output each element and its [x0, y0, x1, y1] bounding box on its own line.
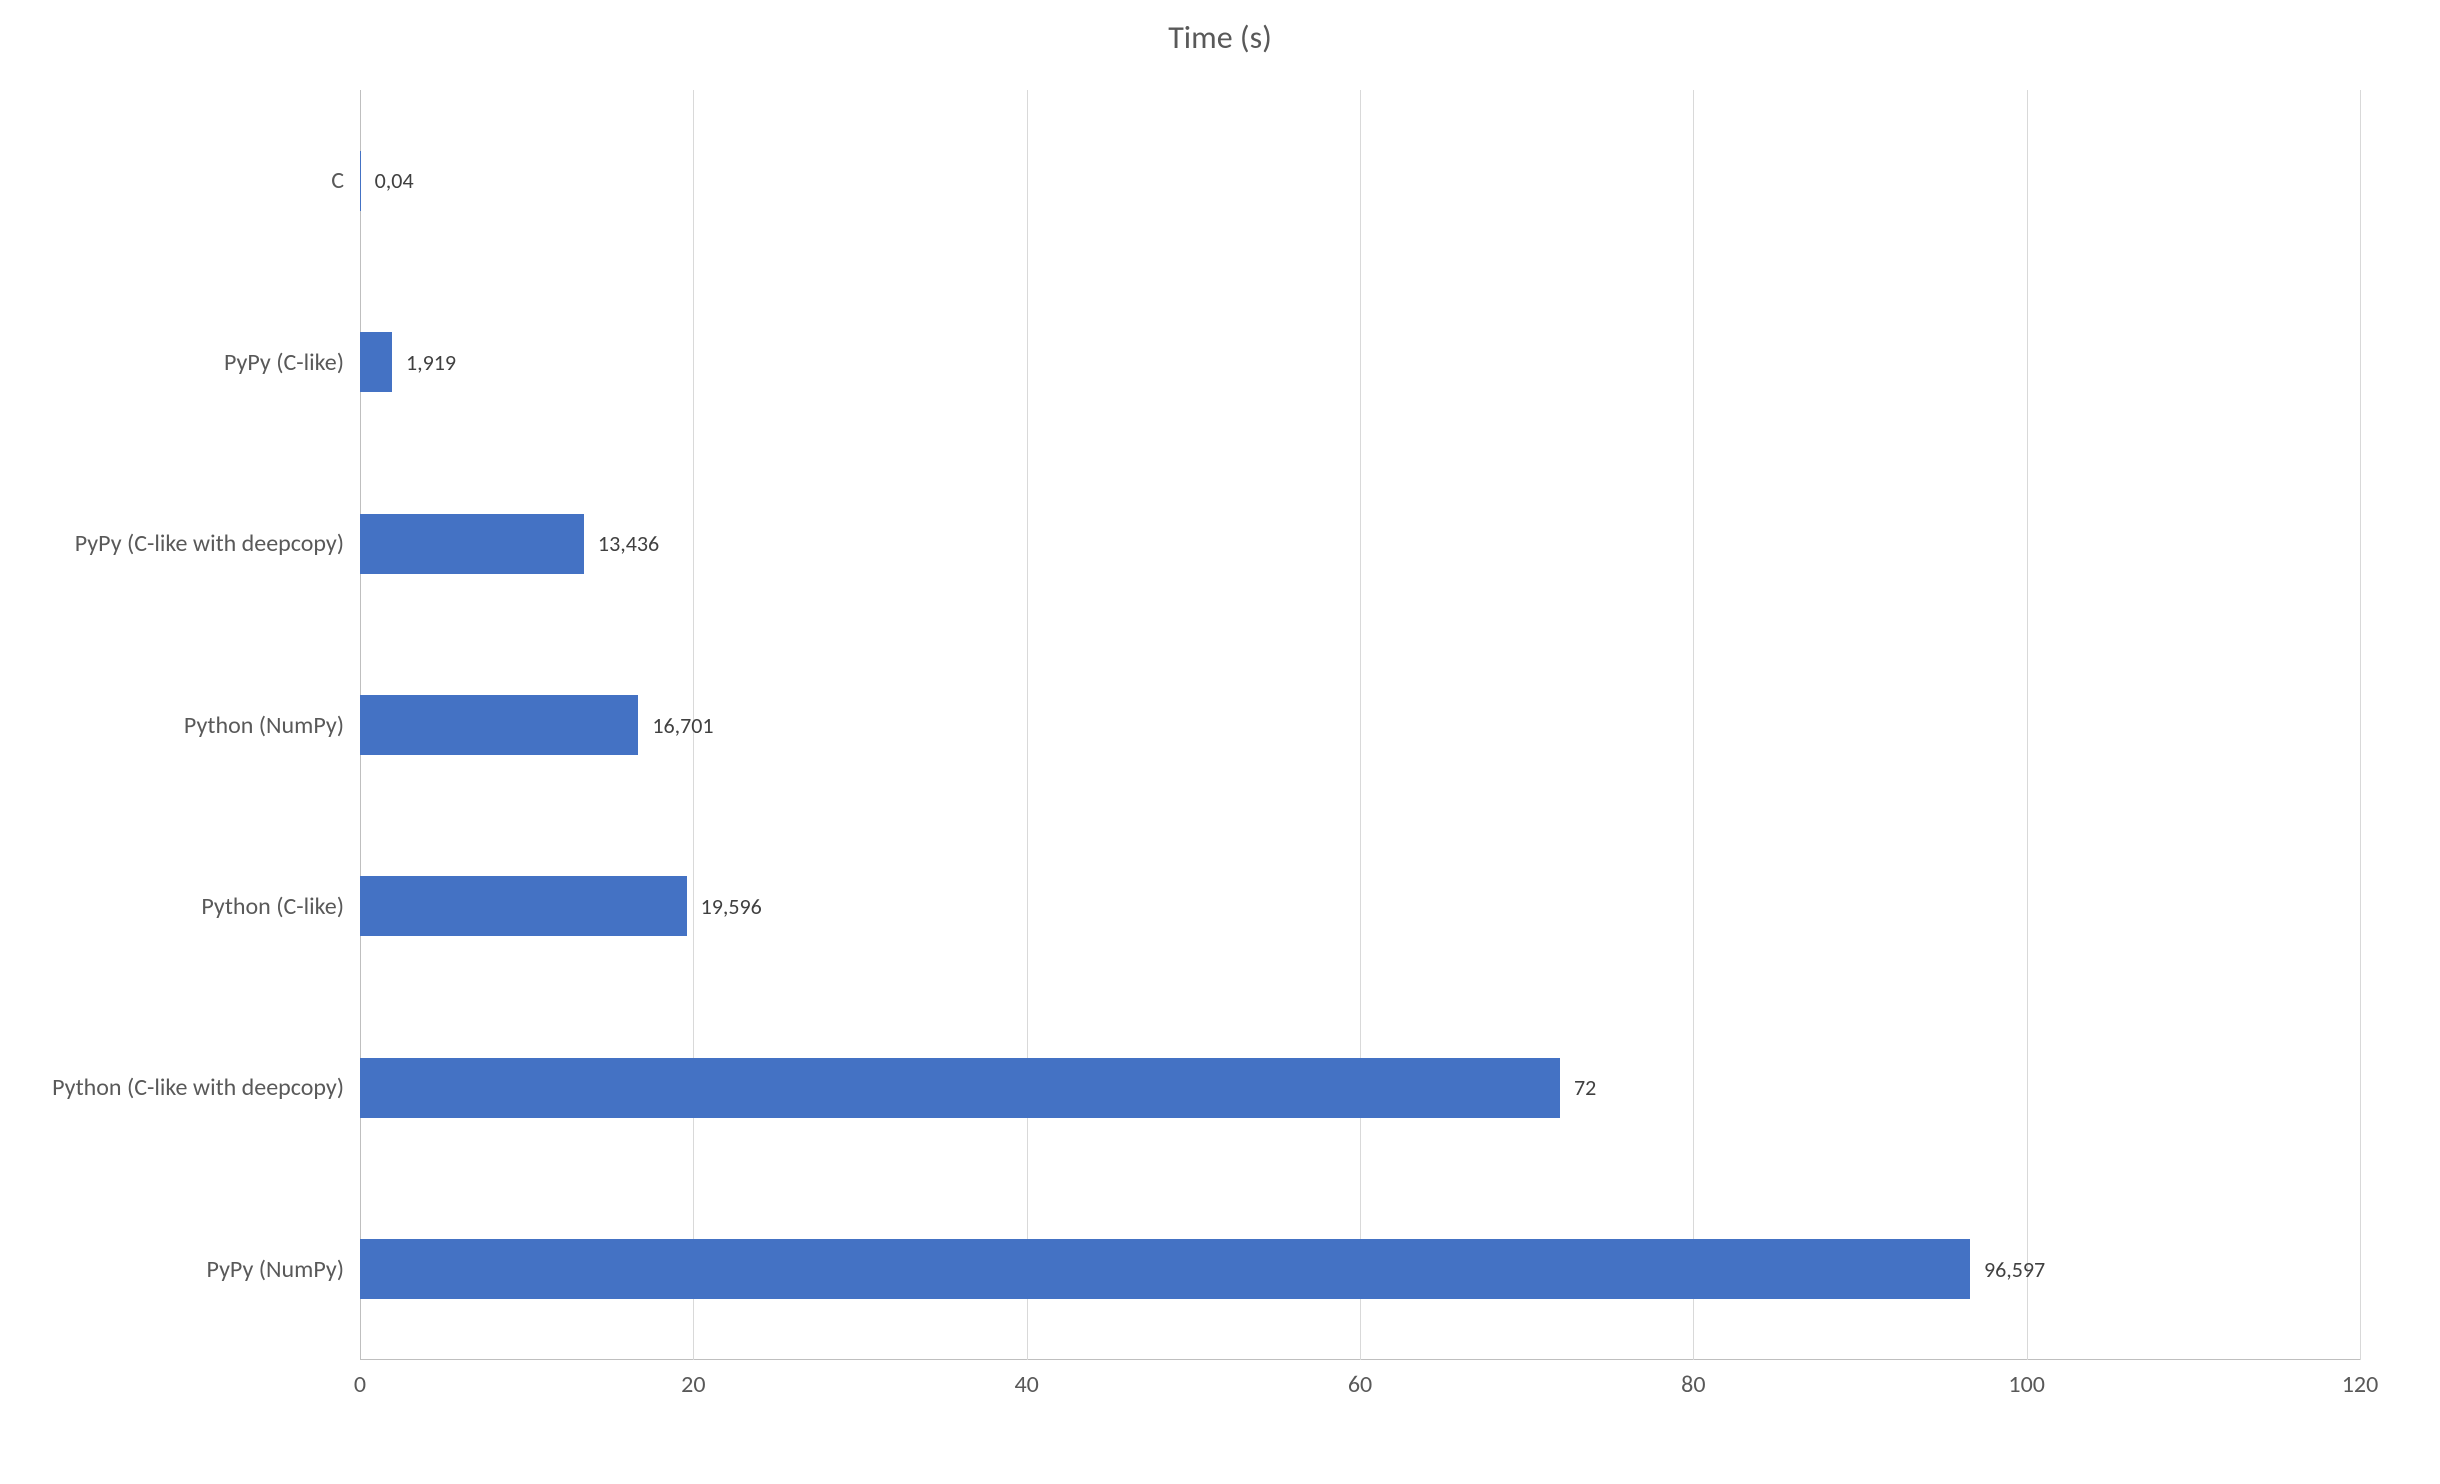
category-label: PyPy (C-like with deepcopy) [75, 529, 344, 558]
bar [360, 514, 584, 574]
gridline [2360, 90, 2361, 1360]
plot-area: C0,04 PyPy (C-like)1,919 PyPy (C-like with… [360, 90, 2360, 1360]
category-label: C [331, 166, 344, 195]
data-label: 96,597 [1984, 1256, 2045, 1283]
bar-row: C0,04 [360, 151, 2360, 211]
category-label: Python (C-like with deepcopy) [52, 1073, 344, 1102]
data-label: 1,919 [406, 349, 456, 376]
bar [360, 332, 392, 392]
x-tick-label: 20 [663, 1370, 723, 1399]
x-tick-label: 120 [2330, 1370, 2390, 1399]
chart-title: Time (s) [0, 18, 2440, 57]
bar-row: Python (C-like)19,596 [360, 876, 2360, 936]
bar-row: PyPy (C-like)1,919 [360, 332, 2360, 392]
bar-row: Python (C-like with deepcopy)72 [360, 1058, 2360, 1118]
bar [360, 876, 687, 936]
data-label: 72 [1574, 1074, 1596, 1101]
bar-row: Python (NumPy)16,701 [360, 695, 2360, 755]
x-tick-label: 80 [1663, 1370, 1723, 1399]
x-tick-label: 60 [1330, 1370, 1390, 1399]
bar [360, 151, 361, 211]
data-label: 19,596 [701, 893, 762, 920]
data-label: 13,436 [598, 530, 659, 557]
category-label: Python (NumPy) [184, 711, 344, 740]
data-label: 16,701 [652, 712, 713, 739]
x-tick-label: 0 [330, 1370, 390, 1399]
category-label: Python (C-like) [201, 892, 344, 921]
bar [360, 1058, 1560, 1118]
data-label: 0,04 [375, 167, 414, 194]
bar [360, 695, 638, 755]
bar [360, 1239, 1970, 1299]
category-label: PyPy (C-like) [224, 348, 344, 377]
chart-container: Time (s) C0,04PyPy (C-like)1,919PyPy (C-… [0, 0, 2440, 1484]
bar-row: PyPy (NumPy)96,597 [360, 1239, 2360, 1299]
category-label: PyPy (NumPy) [207, 1255, 344, 1284]
x-tick-label: 100 [1997, 1370, 2057, 1399]
bar-row: PyPy (C-like with deepcopy)13,436 [360, 514, 2360, 574]
x-tick-label: 40 [997, 1370, 1057, 1399]
